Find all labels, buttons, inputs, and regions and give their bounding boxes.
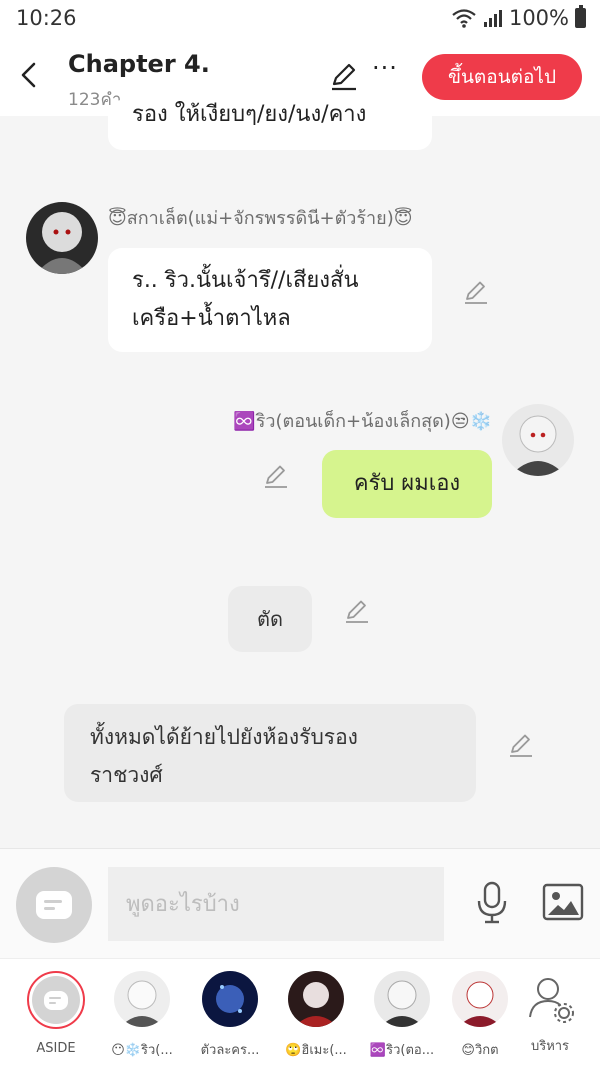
chat-bubble-icon [36, 891, 72, 919]
message-input-bar [0, 848, 600, 958]
edit-message-icon[interactable] [262, 462, 290, 490]
wifi-icon [452, 9, 476, 28]
character-avatar [114, 971, 170, 1027]
signal-icon [483, 10, 502, 27]
character-label: ♾️ริว(ตอ... [369, 1043, 435, 1058]
character-item[interactable]: 😊วิกต [440, 971, 520, 1060]
narration-bubble[interactable]: ทั้งหมดได้ย้ายไปยังห้องรับรอง ราชวงศ์ [64, 704, 476, 802]
message-bubble-cutoff[interactable]: รอง ให้เงียบๆ/ยง/นง/คาง [108, 100, 432, 150]
more-options-icon[interactable]: ··· [372, 54, 398, 82]
character-item[interactable]: ♾️ริว(ตอ... [362, 971, 442, 1060]
character-label: ตัวละคร... [200, 1043, 260, 1058]
message-line: เครือ+น้ำตาไหล [132, 306, 291, 331]
character-label: บริหาร [530, 1039, 570, 1054]
next-chapter-button[interactable]: ขึ้นตอนต่อไป [422, 54, 582, 100]
avatar-ryu[interactable] [502, 404, 574, 476]
edit-message-icon[interactable] [462, 278, 490, 306]
character-avatar [288, 971, 344, 1027]
character-avatar [374, 971, 430, 1027]
avatar-scarlet[interactable] [26, 202, 98, 274]
message-line: ร.. ริว.นั้นเจ้ารึ//เสียงสั่น [132, 268, 359, 293]
chapter-title: Chapter 4. [68, 50, 210, 78]
message-bubble-left[interactable]: ร.. ริว.นั้นเจ้ารึ//เสียงสั่น เครือ+น้ำต… [108, 248, 432, 352]
edit-title-icon[interactable] [328, 60, 360, 92]
character-label: 😶❄️ริว(... [111, 1043, 173, 1058]
status-time: 10:26 [16, 6, 77, 30]
character-label: ASIDE [36, 1041, 76, 1056]
status-icons: 100% [451, 5, 586, 30]
character-item[interactable]: 🙄ฮิเมะ(... [276, 971, 356, 1060]
user-settings-icon [529, 978, 574, 1023]
character-label: 😊วิกต [461, 1043, 499, 1058]
narration-line: ทั้งหมดได้ย้ายไปยังห้องรับรอง [90, 725, 358, 749]
narration-line: ราชวงศ์ [90, 763, 163, 787]
chat-bubble-icon [44, 990, 68, 1010]
narration-text: ตัด [257, 607, 283, 631]
avatar-image [502, 404, 574, 476]
character-item[interactable]: ตัวละคร... [190, 971, 270, 1060]
character-aside[interactable]: ASIDE [16, 971, 96, 1056]
character-avatar [452, 971, 508, 1027]
manage-characters-button[interactable]: บริหาร [510, 971, 590, 1056]
image-upload-icon[interactable] [542, 883, 584, 921]
status-bar: 10:26 100% [0, 0, 600, 40]
avatar-image [26, 202, 98, 274]
edit-message-icon[interactable] [507, 731, 535, 759]
narration-bubble[interactable]: ตัด [228, 586, 312, 652]
character-name: 😇สกาเล็ต(แม่+จักรพรรดินี+ตัวร้าย)😇 [108, 208, 413, 229]
aside-avatar [27, 971, 85, 1029]
character-label: 🙄ฮิเมะ(... [285, 1043, 347, 1058]
message-input[interactable] [108, 867, 444, 941]
character-avatar [202, 971, 258, 1027]
edit-message-icon[interactable] [343, 597, 371, 625]
message-text: รอง ให้เงียบๆ/ยง/นง/คาง [132, 102, 367, 127]
message-text: ครับ ผมเอง [353, 471, 461, 496]
character-selector: ASIDE 😶❄️ริว(... ตัวละคร... 🙄ฮิเมะ(... ♾… [0, 958, 600, 1067]
character-item[interactable]: 😶❄️ริว(... [102, 971, 182, 1060]
microphone-icon[interactable] [474, 881, 510, 925]
chevron-left-icon [21, 62, 36, 88]
battery-percent: 100% [508, 6, 569, 30]
aside-mode-button[interactable] [16, 867, 92, 943]
character-name: ♾️ริว(ตอนเด็ก+น้องเล็กสุด)😒❄️ [233, 411, 492, 432]
message-bubble-right[interactable]: ครับ ผมเอง [322, 450, 492, 518]
battery-icon [575, 5, 586, 28]
back-button[interactable] [14, 60, 44, 90]
